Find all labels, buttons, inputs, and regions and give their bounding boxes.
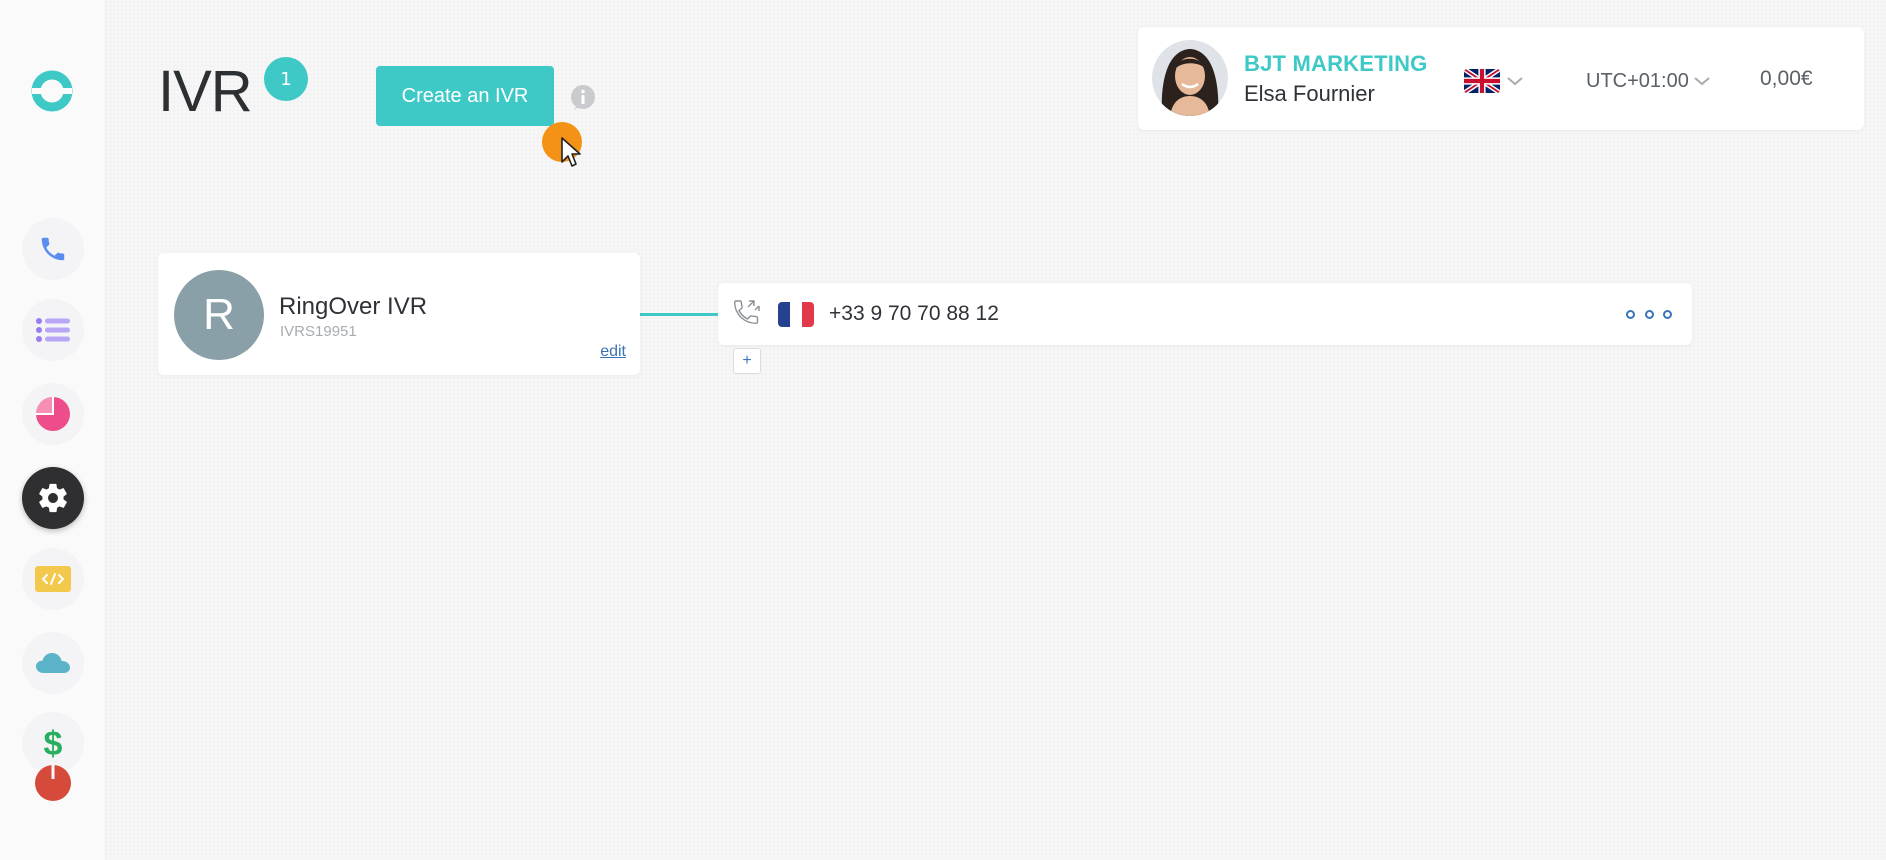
account-card: BJT MARKETING Elsa Fournier UTC+01:00 0,… [1138, 27, 1864, 130]
gear-icon [39, 483, 67, 513]
more-options-button[interactable] [1626, 307, 1672, 321]
chevron-down-icon [1507, 77, 1523, 86]
company-name: BJT MARKETING [1244, 51, 1428, 76]
create-ivr-button[interactable]: Create an IVR [376, 66, 554, 126]
uk-flag-icon [1464, 69, 1500, 93]
nav-settings[interactable] [22, 467, 84, 529]
mouse-cursor-icon [561, 137, 581, 167]
ivr-number-row[interactable]: +33 9 70 70 88 12 [718, 283, 1692, 345]
ivr-phone-number: +33 9 70 70 88 12 [829, 302, 999, 325]
power-icon [35, 764, 71, 801]
timezone-select[interactable]: UTC+01:00 [1586, 67, 1711, 95]
nav-statistics[interactable] [22, 383, 84, 445]
ivr-count-badge: 1 [264, 57, 308, 101]
sidebar: $ [0, 0, 106, 860]
ringover-logo-icon[interactable] [30, 69, 74, 113]
nav-calls[interactable] [22, 218, 84, 280]
dot [1626, 309, 1635, 319]
chevron-down-icon [1694, 77, 1710, 86]
user-avatar-image [1152, 40, 1228, 116]
user-name: Elsa Fournier [1244, 81, 1375, 106]
ivr-id: IVRS19951 [280, 323, 357, 340]
ivr-name: RingOver IVR [279, 293, 428, 320]
ivr-edit-link[interactable]: edit [600, 343, 626, 361]
dot [1644, 309, 1654, 319]
language-select[interactable] [1464, 67, 1528, 95]
nav-logout[interactable] [22, 752, 84, 814]
pie-chart-icon [36, 397, 70, 431]
phone-transfer-icon [733, 300, 760, 325]
page-title: IVR [158, 59, 253, 124]
nav-lists[interactable] [22, 299, 84, 361]
add-number-button[interactable]: + [733, 348, 761, 374]
info-icon[interactable] [570, 84, 596, 110]
account-balance: 0,00€ [1760, 67, 1813, 90]
cloud-icon [36, 653, 70, 673]
nav-integrations[interactable] [22, 632, 84, 694]
ivr-card[interactable]: R RingOver IVR IVRS19951 edit [158, 253, 640, 375]
code-icon [35, 566, 71, 592]
ivr-avatar: R [174, 270, 264, 360]
list-icon [36, 318, 70, 342]
user-avatar[interactable] [1152, 40, 1228, 116]
nav-developer[interactable] [22, 548, 84, 610]
dot [1663, 309, 1672, 319]
timezone-value: UTC+01:00 [1586, 69, 1689, 92]
phone-icon [41, 237, 65, 261]
france-flag-icon [778, 302, 814, 327]
ivr-connector-line [640, 313, 718, 316]
